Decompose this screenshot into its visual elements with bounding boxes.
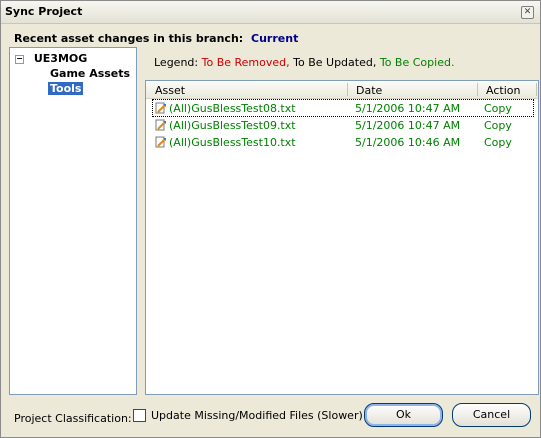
table-row[interactable]: (All)GusBlessTest09.txt 5/1/2006 10:47 A… xyxy=(153,117,533,133)
project-classification-label: Project Classification: xyxy=(14,412,132,425)
asset-list[interactable]: Asset Date Action (All)GusBlessTest08.tx… xyxy=(145,80,539,395)
branch-label: Recent asset changes in this branch: xyxy=(14,32,244,45)
legend-removed: To Be Removed, xyxy=(201,56,290,69)
legend-label: Legend: xyxy=(154,56,199,69)
asset-date: 5/1/2006 10:47 AM xyxy=(355,119,461,132)
file-copy-icon xyxy=(155,136,166,148)
tree-item-game-assets[interactable]: Game Assets xyxy=(48,67,132,80)
list-header: Asset Date Action xyxy=(146,81,538,99)
tree-root-item[interactable]: − UE3MOG xyxy=(15,52,87,65)
legend-updated: To Be Updated, xyxy=(293,56,377,69)
cancel-button[interactable]: Cancel xyxy=(452,403,531,427)
collapse-icon[interactable]: − xyxy=(15,55,24,64)
column-header-asset[interactable]: Asset xyxy=(155,84,185,98)
column-divider[interactable] xyxy=(536,83,537,96)
column-header-date[interactable]: Date xyxy=(356,84,382,98)
tree-item-tools[interactable]: Tools xyxy=(48,82,84,95)
sync-project-dialog: Sync Project ✕ Recent asset changes in t… xyxy=(0,0,541,438)
tree-root-label: UE3MOG xyxy=(33,52,88,65)
asset-action: Copy xyxy=(484,136,512,149)
project-tree[interactable]: − UE3MOG Game Assets Tools xyxy=(9,47,137,395)
column-divider[interactable] xyxy=(347,83,348,96)
ok-button[interactable]: Ok xyxy=(364,403,443,427)
title-bar: Sync Project ✕ xyxy=(1,1,540,24)
asset-name: (All)GusBlessTest08.txt xyxy=(169,102,296,115)
asset-name: (All)GusBlessTest09.txt xyxy=(169,119,296,132)
file-copy-icon xyxy=(155,102,166,114)
branch-value: Current xyxy=(251,32,299,45)
branch-info: Recent asset changes in this branch: Cur… xyxy=(14,32,298,45)
close-icon[interactable]: ✕ xyxy=(521,6,534,19)
file-copy-icon xyxy=(155,119,166,131)
asset-date: 5/1/2006 10:47 AM xyxy=(355,102,461,115)
column-header-action[interactable]: Action xyxy=(486,84,520,98)
legend-copied: To Be Copied. xyxy=(379,56,455,69)
asset-name: (All)GusBlessTest10.txt xyxy=(169,136,296,149)
asset-action: Copy xyxy=(484,119,512,132)
update-missing-checkbox[interactable] xyxy=(133,409,146,422)
asset-action: Copy xyxy=(484,102,512,115)
window-title: Sync Project xyxy=(5,5,83,18)
column-divider[interactable] xyxy=(477,83,478,96)
update-missing-label[interactable]: Update Missing/Modified Files (Slower) xyxy=(151,409,363,422)
table-row[interactable]: (All)GusBlessTest10.txt 5/1/2006 10:46 A… xyxy=(153,134,533,150)
asset-date: 5/1/2006 10:46 AM xyxy=(355,136,461,149)
table-row[interactable]: (All)GusBlessTest08.txt 5/1/2006 10:47 A… xyxy=(152,99,534,117)
legend: Legend: To Be Removed, To Be Updated, To… xyxy=(154,56,454,69)
